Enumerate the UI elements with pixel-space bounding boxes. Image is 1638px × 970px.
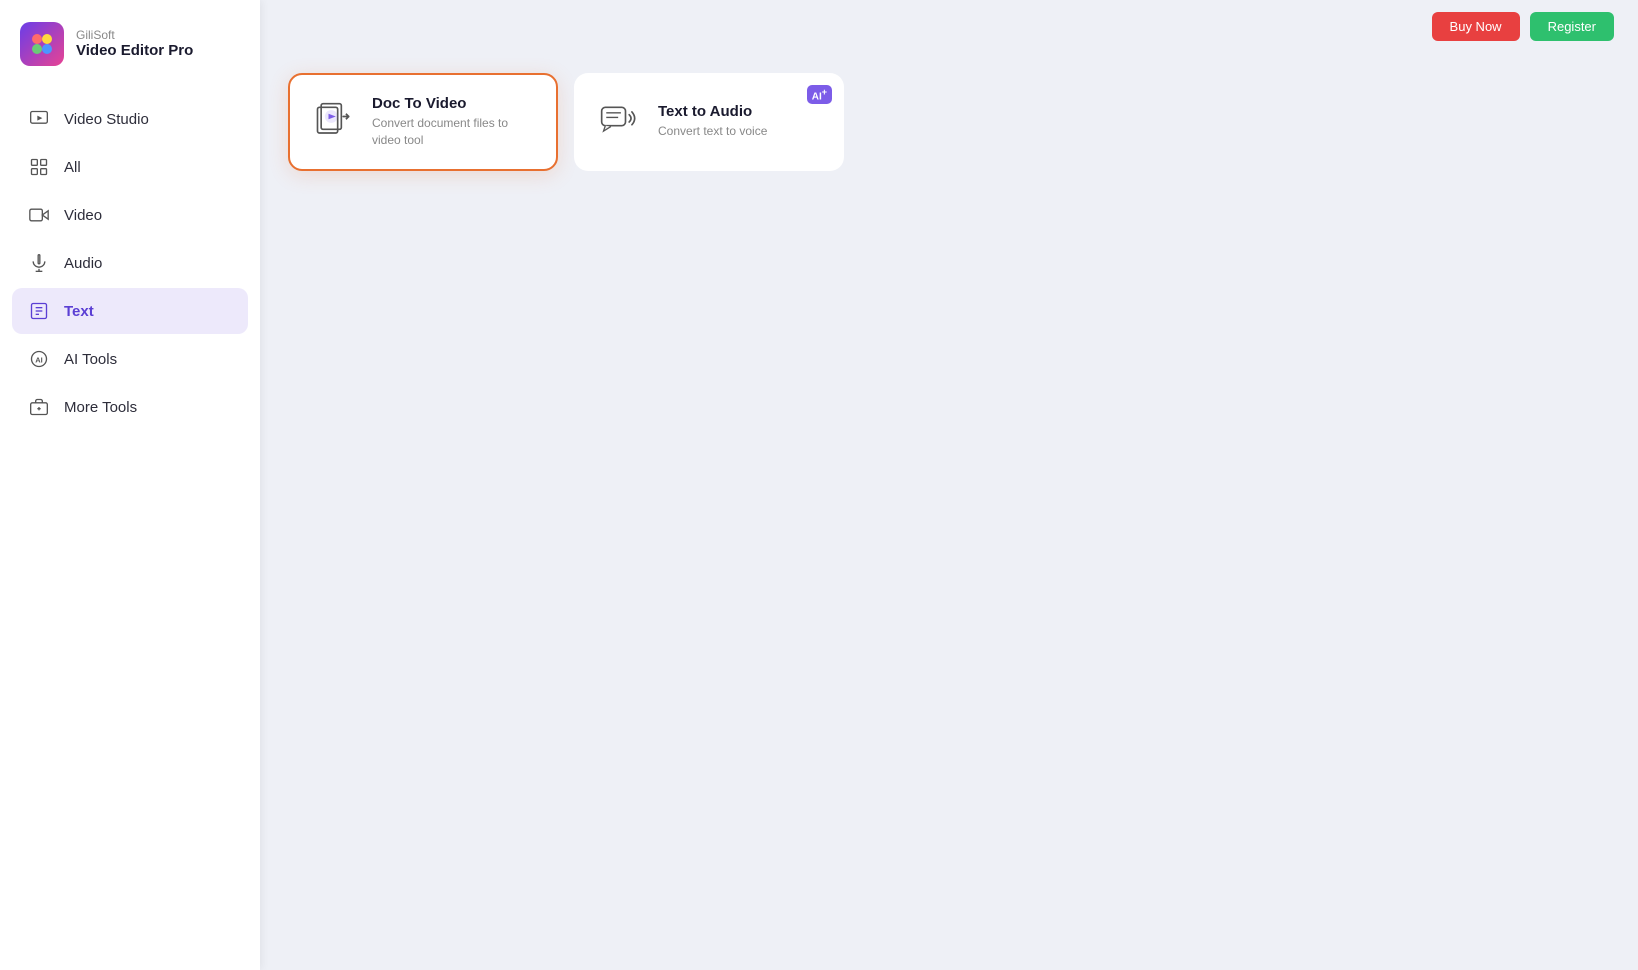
play-icon: [28, 108, 50, 130]
doc-to-video-icon: [310, 98, 358, 146]
sidebar-item-label: AI Tools: [64, 351, 117, 368]
text-icon: [28, 300, 50, 322]
sidebar-item-all[interactable]: All: [12, 144, 248, 190]
sidebar-item-label: All: [64, 159, 81, 176]
tool-card-title: Text to Audio: [658, 103, 767, 120]
tools-icon: [28, 396, 50, 418]
tool-card-title: Doc To Video: [372, 95, 536, 112]
ai-badge: AI: [807, 85, 832, 104]
logo-area: GiliSoft Video Editor Pro: [0, 0, 260, 88]
sidebar-item-label: Video Studio: [64, 111, 149, 128]
sidebar-item-text[interactable]: Text: [12, 288, 248, 334]
audio-icon: [28, 252, 50, 274]
text-to-audio-icon: [596, 98, 644, 146]
app-logo-icon: [20, 22, 64, 66]
logo-product: Video Editor Pro: [76, 42, 193, 60]
sidebar: GiliSoft Video Editor Pro Video Studio A…: [0, 0, 260, 970]
video-icon: [28, 204, 50, 226]
text-to-audio-text: Text to Audio Convert text to voice: [658, 103, 767, 140]
sidebar-item-audio[interactable]: Audio: [12, 240, 248, 286]
sidebar-item-ai-tools[interactable]: AI AI Tools: [12, 336, 248, 382]
tool-card-text-to-audio[interactable]: Text to Audio Convert text to voice AI: [574, 73, 844, 171]
grid-icon: [28, 156, 50, 178]
tool-grid-area: Doc To Video Convert document files to v…: [260, 53, 1638, 970]
buy-button[interactable]: Buy Now: [1432, 12, 1520, 41]
sidebar-item-more-tools[interactable]: More Tools: [12, 384, 248, 430]
register-button[interactable]: Register: [1530, 12, 1614, 41]
tool-card-doc-to-video[interactable]: Doc To Video Convert document files to v…: [288, 73, 558, 171]
header-bar: Buy Now Register: [260, 0, 1638, 53]
tool-card-desc: Convert document files to video tool: [372, 115, 536, 149]
tool-grid: Doc To Video Convert document files to v…: [288, 73, 1610, 171]
sidebar-item-label: Text: [64, 303, 94, 320]
logo-brand: GiliSoft: [76, 28, 193, 42]
sidebar-item-label: Audio: [64, 255, 102, 272]
logo-text: GiliSoft Video Editor Pro: [76, 28, 193, 60]
sidebar-item-label: More Tools: [64, 399, 137, 416]
doc-to-video-text: Doc To Video Convert document files to v…: [372, 95, 536, 149]
tool-card-desc: Convert text to voice: [658, 123, 767, 140]
sidebar-item-label: Video: [64, 207, 102, 224]
sidebar-item-video-studio[interactable]: Video Studio: [12, 96, 248, 142]
nav-list: Video Studio All Video Audio: [0, 88, 260, 970]
svg-text:AI: AI: [35, 355, 43, 364]
ai-icon: AI: [28, 348, 50, 370]
main-content: Buy Now Register: [260, 0, 1638, 970]
sidebar-item-video[interactable]: Video: [12, 192, 248, 238]
